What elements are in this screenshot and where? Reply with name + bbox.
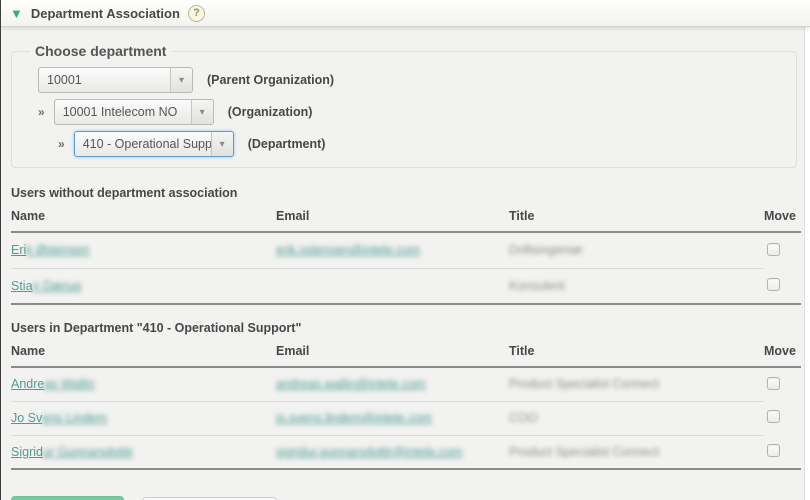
user-title: Product Specialist Connect [509,445,659,459]
user-title: Driftsingeniør [509,243,583,257]
table-row: Stian Dærug Konsulent [11,268,801,304]
move-checkbox[interactable] [767,444,780,457]
column-header-title: Title [509,209,764,232]
users-without-association-table: Name Email Title Move Erik Østensen erik… [11,209,801,305]
column-header-name: Name [11,344,276,367]
name-redacted: ens Lindem [42,411,107,425]
undo-changes-button[interactable]: ↺ Undo Changes [142,497,276,500]
department-row: » 410 - Operational Support ▾ (Departmen… [24,131,784,157]
table-row: Erik Østensen erik.ostensen@intele.com D… [11,232,801,268]
department-value: 410 - Operational Support [75,132,211,156]
name-clear: Andre [11,377,44,391]
table-row: Andreas Wallin andreas.wallin@intele.com… [11,367,801,401]
action-buttons-row: Save Changes ↺ Undo Changes [11,496,804,500]
user-title: Product Specialist Connect [509,377,659,391]
name-redacted: ur Gunnarsdottir [43,445,133,459]
organization-dropdown[interactable]: 10001 Intelecom NO ▾ [54,99,214,125]
user-name-link[interactable]: Stian Dærug [11,279,81,293]
name-redacted: as Wallin [44,377,94,391]
user-title: Konsulent [509,279,565,293]
parent-organization-dropdown[interactable]: 10001 ▾ [38,67,193,93]
user-email-link[interactable]: sigridur.gunnarsdottir@intele.com [276,445,462,459]
move-checkbox[interactable] [767,377,780,390]
save-changes-button[interactable]: Save Changes [11,496,124,500]
guillemet-icon: » [38,105,45,119]
page-title: Department Association [31,6,180,21]
organization-row: » 10001 Intelecom NO ▾ (Organization) [24,99,784,125]
column-header-move: Move [764,344,801,367]
name-clear: Sigrid [11,445,43,459]
choose-department-legend: Choose department [30,43,171,59]
user-name-link[interactable]: Andreas Wallin [11,377,95,391]
collapse-triangle-icon[interactable]: ▼ [10,7,23,20]
users-in-department-table: Name Email Title Move Andreas Wallin and… [11,344,801,470]
name-clear: Jo Sv [11,411,42,425]
column-header-title: Title [509,344,764,367]
user-name-link[interactable]: Sigridur Gunnarsdottir [11,445,133,459]
column-header-email: Email [276,209,509,232]
parent-organization-row: 10001 ▾ (Parent Organization) [24,67,784,93]
chevron-down-icon[interactable]: ▾ [170,68,192,92]
table-row: Sigridur Gunnarsdottir sigridur.gunnarsd… [11,435,801,469]
panel-header: ▼ Department Association ? [1,0,810,27]
user-title: COO [509,411,537,425]
name-redacted: n Dærug [33,279,82,293]
panel-content: Choose department 10001 ▾ (Parent Organi… [1,27,805,500]
guillemet-icon: » [58,137,65,151]
help-icon[interactable]: ? [188,5,205,22]
column-header-email: Email [276,344,509,367]
user-name-link[interactable]: Jo Svens Lindem [11,411,107,425]
department-dropdown[interactable]: 410 - Operational Support ▾ [74,131,234,157]
user-email-link[interactable]: jo.svens.lindem@intele.com [276,411,432,425]
name-clear: Stia [11,279,33,293]
table-title-without-association: Users without department association [11,186,804,200]
table-header-row: Name Email Title Move [11,209,801,232]
move-checkbox[interactable] [767,243,780,256]
user-name-link[interactable]: Erik Østensen [11,243,90,257]
parent-organization-value: 10001 [39,68,170,92]
user-email-link[interactable]: andreas.wallin@intele.com [276,377,426,391]
department-label: (Department) [248,137,326,151]
table-row: Jo Svens Lindem jo.svens.lindem@intele.c… [11,401,801,435]
choose-department-fieldset: Choose department 10001 ▾ (Parent Organi… [11,43,797,168]
name-redacted: k Østensen [26,243,89,257]
organization-label: (Organization) [228,105,313,119]
department-association-page: ▼ Department Association ? Choose depart… [0,0,810,500]
column-header-move: Move [764,209,801,232]
organization-value: 10001 Intelecom NO [55,100,191,124]
move-checkbox[interactable] [767,410,780,423]
column-header-name: Name [11,209,276,232]
chevron-down-icon[interactable]: ▾ [191,100,213,124]
user-email-link[interactable]: erik.ostensen@intele.com [276,243,420,257]
table-header-row: Name Email Title Move [11,344,801,367]
chevron-down-icon[interactable]: ▾ [211,132,233,156]
parent-organization-label: (Parent Organization) [207,73,334,87]
move-checkbox[interactable] [767,278,780,291]
name-clear: Eri [11,243,26,257]
table-title-in-department: Users in Department "410 - Operational S… [11,321,804,335]
